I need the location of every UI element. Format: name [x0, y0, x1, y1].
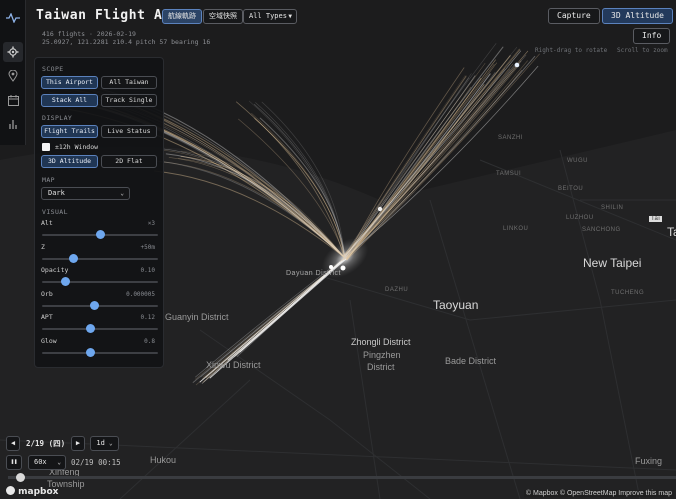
- range-select[interactable]: 1d ⌄: [90, 436, 119, 451]
- settings-panel: SCOPE This Airport All Taiwan Stack All …: [34, 57, 164, 368]
- slider-alt[interactable]: [42, 230, 158, 239]
- slider-value-opacity: 0.10: [140, 267, 155, 275]
- slider-value-glow: 0.8: [144, 338, 155, 345]
- slider-label-apt: APT: [41, 313, 53, 322]
- slider-thumb[interactable]: [69, 253, 79, 263]
- display-heading: DISPLAY: [42, 114, 73, 122]
- slider-label-glow: Glow: [41, 337, 57, 345]
- slider-thumb[interactable]: [85, 324, 95, 334]
- slider-value-orb: 0.000005: [126, 290, 155, 298]
- tab-flight-arc[interactable]: 航線軌跡: [162, 9, 202, 24]
- left-rail: [0, 0, 26, 145]
- chevron-down-icon: ▼: [288, 13, 292, 20]
- visual-heading: VISUAL: [42, 208, 68, 216]
- aircraft-dot: [329, 265, 333, 269]
- aircraft-type-select[interactable]: All Types ▼: [243, 9, 297, 24]
- speed-value: 60x: [34, 458, 47, 466]
- mapbox-logo: mapbox: [6, 486, 58, 497]
- slider-thumb[interactable]: [61, 277, 71, 287]
- slider-value-z: +50m: [140, 243, 155, 251]
- slider-label-opacity: Opacity: [41, 266, 69, 275]
- gear-icon[interactable]: [3, 42, 23, 62]
- speed-select[interactable]: 60x ⌄: [28, 455, 66, 470]
- altitude-3d-toggle[interactable]: 3D Altitude: [41, 155, 98, 168]
- info-button[interactable]: Info: [633, 28, 671, 44]
- playback-time: 02/19 00:15: [71, 458, 121, 467]
- altitude-3d-button[interactable]: 3D Altitude: [602, 8, 673, 24]
- tab-airspace-snapshot[interactable]: 空域快照: [203, 9, 243, 24]
- prev-day-button[interactable]: ◀: [6, 436, 20, 451]
- chevron-down-icon: ⌄: [57, 459, 61, 466]
- stack-all-button[interactable]: Stack All: [41, 94, 98, 107]
- mapbox-logo-text: mapbox: [18, 487, 59, 497]
- chevron-down-icon: ⌄: [120, 190, 124, 197]
- window-checkbox-label: ±12h Window: [55, 143, 99, 151]
- slider-thumb[interactable]: [96, 230, 105, 239]
- calendar-icon[interactable]: [3, 90, 23, 110]
- camera-readout: 25.0927, 121.2281 z10.4 pitch 57 bearing…: [42, 38, 211, 46]
- window-checkbox[interactable]: [42, 143, 50, 151]
- timeline-scrubber[interactable]: [8, 473, 676, 482]
- slider-opacity[interactable]: [42, 277, 158, 287]
- this-airport-button[interactable]: This Airport: [41, 76, 98, 89]
- pulse-icon[interactable]: [3, 8, 23, 28]
- current-date: 2/19 (四): [26, 439, 66, 448]
- slider-label-z: Z: [41, 242, 45, 251]
- flight-trails-button[interactable]: Flight Trails: [41, 125, 98, 138]
- map-heading: MAP: [42, 176, 55, 184]
- map-attribution[interactable]: © Mapbox © OpenStreetMap Improve this ma…: [523, 490, 674, 497]
- slider-orb[interactable]: [42, 300, 158, 310]
- map-style-value: Dark: [48, 189, 65, 197]
- zoom-hint: Scroll to zoom: [617, 47, 668, 54]
- chevron-down-icon: ⌄: [109, 440, 113, 447]
- slider-glow[interactable]: [42, 348, 158, 357]
- slider-label-orb: Orb: [41, 289, 53, 298]
- location-pin-icon[interactable]: [3, 66, 23, 86]
- slider-thumb[interactable]: [90, 300, 100, 310]
- live-status-button[interactable]: Live Status: [101, 125, 157, 138]
- aircraft-type-value: All Types: [249, 12, 287, 20]
- slider-thumb[interactable]: [85, 348, 95, 357]
- mapbox-logo-icon: [6, 486, 15, 495]
- aircraft-dot: [514, 62, 520, 68]
- all-taiwan-button[interactable]: All Taiwan: [101, 76, 157, 89]
- slider-label-alt: Alt: [41, 219, 53, 227]
- flat-2d-toggle[interactable]: 2D Flat: [101, 155, 157, 168]
- app-title: Taiwan Flight Arc: [36, 8, 180, 23]
- slider-value-apt: 0.12: [140, 314, 155, 322]
- capture-button[interactable]: Capture: [548, 8, 600, 24]
- track-single-button[interactable]: Track Single: [101, 94, 157, 107]
- bar-chart-icon[interactable]: [3, 114, 23, 134]
- aircraft-dot: [377, 206, 383, 212]
- timeline-handle[interactable]: [16, 473, 25, 482]
- slider-value-alt: ×3: [147, 220, 155, 227]
- slider-z[interactable]: [42, 253, 158, 263]
- flight-count-date: 416 flights · 2026-02-19: [42, 30, 136, 38]
- range-value: 1d: [96, 439, 105, 447]
- next-day-button[interactable]: ▶: [71, 436, 85, 451]
- rotate-hint: Right-drag to rotate: [535, 47, 608, 54]
- aircraft-dot: [340, 265, 346, 271]
- map-style-select[interactable]: Dark ⌄: [41, 187, 130, 200]
- pause-button[interactable]: ❚❚: [6, 455, 22, 470]
- scope-heading: SCOPE: [42, 65, 64, 73]
- slider-apt[interactable]: [42, 324, 158, 334]
